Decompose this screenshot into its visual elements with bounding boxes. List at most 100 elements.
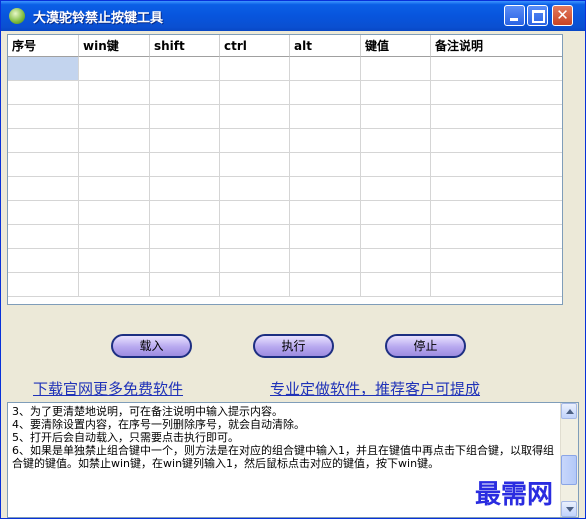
table-cell[interactable] <box>361 225 431 249</box>
table-cell[interactable] <box>431 177 562 201</box>
table-cell[interactable] <box>361 105 431 129</box>
table-cell[interactable] <box>8 177 79 201</box>
table-cell[interactable] <box>8 225 79 249</box>
scroll-thumb[interactable] <box>561 455 577 485</box>
table-cell[interactable] <box>79 129 150 153</box>
table-cell[interactable] <box>220 153 290 177</box>
table-cell[interactable] <box>361 57 431 81</box>
table-cell[interactable] <box>290 57 361 81</box>
table-cell[interactable] <box>290 105 361 129</box>
table-cell[interactable] <box>290 201 361 225</box>
table-cell[interactable] <box>220 225 290 249</box>
table-cell[interactable] <box>150 273 220 297</box>
table-cell[interactable] <box>150 177 220 201</box>
table-cell[interactable] <box>431 153 562 177</box>
table-cell[interactable] <box>79 81 150 105</box>
table-cell[interactable] <box>220 177 290 201</box>
table-cell[interactable] <box>290 129 361 153</box>
table-cell[interactable] <box>220 129 290 153</box>
close-button[interactable]: ✕ <box>552 5 573 26</box>
table-cell[interactable] <box>431 57 562 81</box>
table-cell[interactable] <box>79 105 150 129</box>
table-cell[interactable] <box>79 225 150 249</box>
load-button[interactable]: 载入 <box>111 334 192 358</box>
scroll-up-button[interactable] <box>561 403 577 419</box>
column-header-ctrl[interactable]: ctrl <box>220 35 290 57</box>
minimize-button[interactable] <box>504 5 525 26</box>
table-cell[interactable] <box>290 177 361 201</box>
table-cell[interactable] <box>150 153 220 177</box>
table-cell[interactable] <box>361 153 431 177</box>
table-cell[interactable] <box>290 153 361 177</box>
column-header-win[interactable]: win键 <box>79 35 150 57</box>
table-cell[interactable] <box>8 249 79 273</box>
table-cell[interactable] <box>79 249 150 273</box>
table-row[interactable] <box>8 177 562 201</box>
table-cell[interactable] <box>79 201 150 225</box>
table-row[interactable] <box>8 81 562 105</box>
table-cell[interactable] <box>431 249 562 273</box>
column-header-index[interactable]: 序号 <box>8 35 79 57</box>
table-cell[interactable] <box>8 201 79 225</box>
table-cell[interactable] <box>431 225 562 249</box>
table-row[interactable] <box>8 201 562 225</box>
table-cell[interactable] <box>220 81 290 105</box>
table-row[interactable] <box>8 105 562 129</box>
table-cell[interactable] <box>361 129 431 153</box>
table-cell[interactable] <box>431 201 562 225</box>
table-cell[interactable] <box>431 105 562 129</box>
execute-button[interactable]: 执行 <box>253 334 334 358</box>
table-cell[interactable] <box>220 105 290 129</box>
table-cell[interactable] <box>220 273 290 297</box>
table-row[interactable] <box>8 273 562 297</box>
title-bar[interactable]: 大漠驼铃禁止按键工具 ✕ <box>1 1 585 31</box>
table-cell[interactable] <box>361 201 431 225</box>
table-cell[interactable] <box>8 81 79 105</box>
column-header-remark[interactable]: 备注说明 <box>431 35 562 57</box>
table-cell[interactable] <box>220 57 290 81</box>
table-row[interactable] <box>8 57 562 81</box>
stop-button[interactable]: 停止 <box>385 334 466 358</box>
table-row[interactable] <box>8 249 562 273</box>
table-cell[interactable] <box>8 129 79 153</box>
column-header-shift[interactable]: shift <box>150 35 220 57</box>
table-cell[interactable] <box>8 105 79 129</box>
table-cell[interactable] <box>220 201 290 225</box>
notes-scrollbar[interactable] <box>560 403 578 517</box>
scroll-down-button[interactable] <box>561 501 577 517</box>
table-cell[interactable] <box>79 273 150 297</box>
table-cell[interactable] <box>150 105 220 129</box>
table-cell[interactable] <box>79 177 150 201</box>
table-cell[interactable] <box>150 81 220 105</box>
table-cell[interactable] <box>8 57 79 81</box>
table-row[interactable] <box>8 129 562 153</box>
table-cell[interactable] <box>431 129 562 153</box>
table-cell[interactable] <box>361 273 431 297</box>
table-cell[interactable] <box>79 57 150 81</box>
table-cell[interactable] <box>361 177 431 201</box>
table-cell[interactable] <box>290 225 361 249</box>
download-link[interactable]: 下载官网更多免费软件 <box>33 378 183 399</box>
key-table[interactable]: 序号 win键 shift ctrl alt 键值 备注说明 <box>7 34 563 305</box>
table-row[interactable] <box>8 153 562 177</box>
table-cell[interactable] <box>150 225 220 249</box>
table-cell[interactable] <box>290 81 361 105</box>
table-cell[interactable] <box>150 57 220 81</box>
table-cell[interactable] <box>361 81 431 105</box>
table-cell[interactable] <box>361 249 431 273</box>
table-cell[interactable] <box>8 153 79 177</box>
table-cell[interactable] <box>150 201 220 225</box>
table-cell[interactable] <box>220 249 290 273</box>
maximize-button[interactable] <box>527 5 548 26</box>
table-cell[interactable] <box>150 129 220 153</box>
table-cell[interactable] <box>79 153 150 177</box>
table-cell[interactable] <box>290 249 361 273</box>
column-header-keyvalue[interactable]: 键值 <box>361 35 431 57</box>
table-cell[interactable] <box>150 249 220 273</box>
table-cell[interactable] <box>431 81 562 105</box>
table-cell[interactable] <box>290 273 361 297</box>
column-header-alt[interactable]: alt <box>290 35 361 57</box>
table-row[interactable] <box>8 225 562 249</box>
table-cell[interactable] <box>431 273 562 297</box>
table-cell[interactable] <box>8 273 79 297</box>
